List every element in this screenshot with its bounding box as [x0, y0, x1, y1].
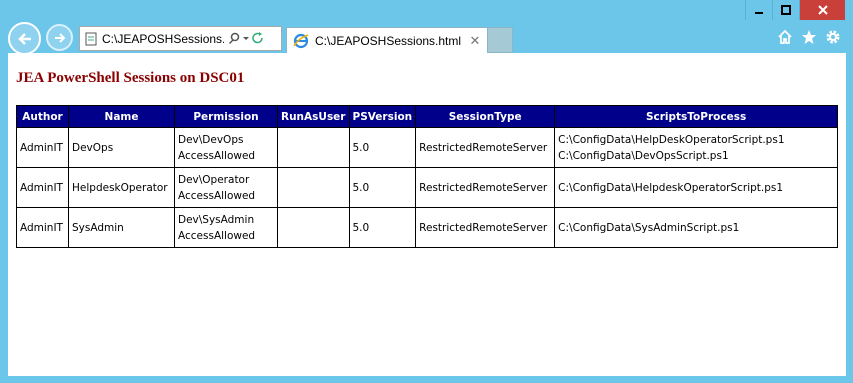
page-content: JEA PowerShell Sessions on DSC01 Author … — [8, 53, 846, 376]
forward-button[interactable] — [46, 24, 73, 51]
table-row: AdminIT DevOps Dev\DevOps AccessAllowed 5… — [16, 127, 838, 168]
back-button[interactable] — [8, 22, 41, 55]
tab-title: C:\JEAPOSHSessions.html — [315, 33, 462, 48]
cell-name: SysAdmin — [68, 207, 175, 248]
close-icon — [817, 5, 828, 15]
cell-name: DevOps — [68, 127, 175, 168]
gear-icon[interactable] — [825, 29, 841, 45]
cell-sessiontype: RestrictedRemoteServer — [415, 167, 556, 208]
cell-psversion: 5.0 — [348, 207, 417, 248]
maximize-button[interactable] — [772, 0, 799, 20]
col-sessiontype: SessionType — [415, 105, 556, 128]
close-window-button[interactable] — [799, 0, 845, 20]
new-tab-button[interactable] — [488, 27, 513, 53]
cell-sessiontype: RestrictedRemoteServer — [415, 127, 556, 168]
minimize-icon — [755, 12, 763, 14]
cell-scripts: C:\ConfigData\HelpdeskOperatorScript.ps1 — [554, 167, 838, 208]
arrow-left-icon — [17, 32, 31, 45]
page-title: JEA PowerShell Sessions on DSC01 — [16, 70, 245, 86]
window-controls — [745, 0, 845, 20]
table-row: AdminIT HelpdeskOperator Dev\Operator Acc… — [16, 167, 838, 208]
cell-runasuser — [277, 207, 350, 248]
col-author: Author — [16, 105, 69, 128]
maximize-icon — [781, 5, 791, 15]
col-psversion: PSVersion — [348, 105, 417, 128]
cell-runasuser — [277, 127, 350, 168]
cell-author: AdminIT — [16, 127, 69, 168]
col-runasuser: RunAsUser — [277, 105, 350, 128]
col-name: Name — [68, 105, 175, 128]
cell-scripts: C:\ConfigData\SysAdminScript.ps1 — [554, 207, 838, 248]
page-icon — [85, 32, 97, 45]
refresh-icon[interactable] — [251, 32, 265, 45]
arrow-right-icon — [54, 32, 65, 43]
tab-close-icon[interactable]: ✕ — [467, 33, 483, 49]
cell-permission: Dev\DevOps AccessAllowed — [174, 127, 278, 168]
address-text[interactable]: C:\JEAPOSHSessions.htı — [102, 32, 224, 46]
table-header-row: Author Name Permission RunAsUser PSVersi… — [16, 105, 838, 128]
ie-icon — [293, 33, 309, 48]
cell-permission: Dev\Operator AccessAllowed — [174, 167, 278, 208]
cell-permission: Dev\SysAdmin AccessAllowed — [174, 207, 278, 248]
cell-author: AdminIT — [16, 167, 69, 208]
toolbar-icons — [777, 29, 841, 45]
col-scripts: ScriptsToProcess — [554, 105, 838, 128]
sessions-table: Author Name Permission RunAsUser PSVersi… — [16, 105, 838, 248]
table-row: AdminIT SysAdmin Dev\SysAdmin AccessAllow… — [16, 207, 838, 248]
tab-active[interactable]: C:\JEAPOSHSessions.html ✕ — [286, 27, 488, 53]
minimize-button[interactable] — [745, 0, 772, 20]
home-icon[interactable] — [777, 29, 793, 45]
cell-author: AdminIT — [16, 207, 69, 248]
cell-name: HelpdeskOperator — [68, 167, 175, 208]
cell-runasuser — [277, 167, 350, 208]
address-bar[interactable]: C:\JEAPOSHSessions.htı — [79, 26, 282, 51]
col-permission: Permission — [174, 105, 278, 128]
search-icon[interactable] — [228, 32, 241, 45]
cell-scripts: C:\ConfigData\HelpDeskOperatorScript.ps1… — [554, 127, 838, 168]
chevron-down-icon[interactable] — [241, 32, 251, 45]
favorites-star-icon[interactable] — [801, 29, 817, 45]
cell-sessiontype: RestrictedRemoteServer — [415, 207, 556, 248]
cell-psversion: 5.0 — [348, 167, 417, 208]
cell-psversion: 5.0 — [348, 127, 417, 168]
